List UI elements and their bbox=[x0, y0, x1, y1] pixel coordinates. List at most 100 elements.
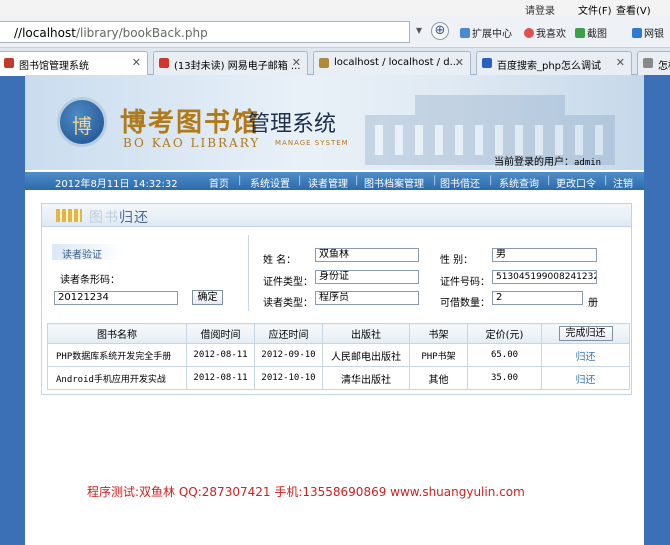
current-user: 当前登录的用户：admin bbox=[494, 157, 602, 168]
table-header-row: 图书名称 借阅时间 应还时间 出版社 书架 定价(元) 完成归还 bbox=[47, 323, 630, 344]
bank-icon bbox=[632, 28, 642, 38]
barcode-label: 读者条形码： bbox=[60, 275, 120, 286]
col-price: 定价(元) bbox=[467, 323, 542, 344]
idno-field[interactable]: 513045199008241232 bbox=[492, 270, 597, 284]
col-publisher: 出版社 bbox=[322, 323, 410, 344]
divider bbox=[248, 235, 249, 311]
address-bar[interactable]: //localhost/library/bookBack.php bbox=[0, 21, 410, 43]
current-datetime: 2012年8月11日 14:32:32 bbox=[55, 179, 178, 190]
screenshot-button[interactable]: 截图 bbox=[575, 25, 607, 40]
menu-file[interactable]: 文件(F) bbox=[578, 2, 612, 17]
return-panel: 图书归还 读者验证 读者条形码： 20121234 确定 姓 名： 双鱼林 性 … bbox=[41, 203, 632, 395]
close-tab-icon[interactable]: ✕ bbox=[455, 56, 464, 69]
tab-library-system[interactable]: 图书馆管理系统 ✕ bbox=[0, 51, 148, 76]
nav-borrow-return[interactable]: 图书借还 bbox=[440, 175, 480, 190]
table-row: PHP数据库系统开发完全手册 2012-08-11 2012-09-10 人民邮… bbox=[47, 343, 630, 367]
nav-logout[interactable]: 注销 bbox=[613, 175, 633, 190]
close-tab-icon[interactable]: ✕ bbox=[616, 56, 625, 69]
col-shelf: 书架 bbox=[409, 323, 468, 344]
borrowed-books-table: 图书名称 借阅时间 应还时间 出版社 书架 定价(元) 完成归还 PHP数据库系… bbox=[47, 323, 630, 390]
return-link[interactable]: 归还 bbox=[576, 375, 596, 386]
page-content: 博 博考图书馆 管理系统 BO KAO LIBRARY MANAGE SYSTE… bbox=[25, 75, 644, 545]
readertype-field[interactable]: 程序员 bbox=[315, 291, 419, 305]
db-favicon-icon bbox=[319, 58, 329, 68]
panel-title: 图书归还 bbox=[89, 210, 149, 226]
nav-change-password[interactable]: 更改口令 bbox=[556, 175, 596, 190]
col-book-name: 图书名称 bbox=[47, 323, 187, 344]
address-bar-row: //localhost/library/bookBack.php ▾ ⊕ 扩展中… bbox=[0, 16, 670, 48]
publisher: 人民邮电出版社 bbox=[322, 343, 410, 367]
borrow-date: 2012-08-11 bbox=[186, 343, 255, 367]
col-borrow-date: 借阅时间 bbox=[186, 323, 255, 344]
idtype-label: 证件类型： bbox=[263, 277, 313, 288]
menu-view[interactable]: 查看(V) bbox=[616, 2, 651, 17]
refresh-icon[interactable]: ⊕ bbox=[431, 22, 449, 40]
books-icon bbox=[56, 209, 82, 222]
due-date: 2012-09-10 bbox=[254, 343, 323, 367]
library-name: 博考图书馆 bbox=[120, 108, 261, 138]
nav-book-archive[interactable]: 图书档案管理 bbox=[364, 175, 424, 190]
favorites-button[interactable]: 我喜欢 bbox=[524, 25, 566, 40]
tab-phpmyadmin[interactable]: localhost / localhost / d... ✕ bbox=[313, 51, 471, 75]
col-due-date: 应还时间 bbox=[254, 323, 323, 344]
nav-reader-manage[interactable]: 读者管理 bbox=[308, 175, 348, 190]
price: 65.00 bbox=[467, 343, 542, 367]
library-favicon-icon bbox=[4, 58, 14, 68]
tab-howto[interactable]: 怎样 bbox=[637, 51, 670, 75]
name-field[interactable]: 双鱼林 bbox=[315, 248, 419, 262]
netbank-button[interactable]: 网银 bbox=[632, 25, 664, 40]
login-link[interactable]: 请登录 bbox=[525, 2, 555, 17]
complete-return-button[interactable]: 完成归还 bbox=[558, 326, 613, 341]
reader-verify-label: 读者验证 bbox=[52, 244, 124, 261]
publisher: 清华出版社 bbox=[322, 366, 410, 390]
idno-label: 证件号码： bbox=[440, 277, 490, 288]
price: 35.00 bbox=[467, 366, 542, 390]
close-tab-icon[interactable]: ✕ bbox=[292, 56, 301, 69]
library-name-en: BO KAO LIBRARY bbox=[123, 136, 261, 150]
footer-credits: 程序测试:双鱼林 QQ:287307421 手机:13558690869 www… bbox=[87, 485, 525, 499]
scissors-icon bbox=[575, 28, 585, 38]
nav-query[interactable]: 系统查询 bbox=[499, 175, 539, 190]
book-name: PHP数据库系统开发完全手册 bbox=[47, 343, 187, 367]
header-banner: 博 博考图书馆 管理系统 BO KAO LIBRARY MANAGE SYSTE… bbox=[25, 75, 644, 170]
system-title: 管理系统 bbox=[248, 112, 337, 137]
system-title-en: MANAGE SYSTEM bbox=[275, 139, 349, 147]
readertype-label: 读者类型： bbox=[263, 298, 313, 309]
tab-baidu[interactable]: 百度搜索_php怎么调试 ✕ bbox=[476, 51, 632, 75]
page-favicon-icon bbox=[643, 58, 653, 68]
gender-label: 性 别： bbox=[440, 255, 474, 266]
idtype-field[interactable]: 身份证 bbox=[315, 270, 419, 284]
quota-field[interactable]: 2 bbox=[492, 291, 583, 305]
extensions-button[interactable]: 扩展中心 bbox=[460, 25, 512, 40]
tab-strip: 图书馆管理系统 ✕ (13封未读) 网易电子邮箱 ... ✕ localhost… bbox=[0, 48, 670, 76]
mail-favicon-icon bbox=[159, 58, 169, 68]
baidu-favicon-icon bbox=[482, 58, 492, 68]
reader-info-section: 读者验证 读者条形码： 20121234 确定 姓 名： 双鱼林 性 别： 男 … bbox=[42, 227, 631, 315]
return-link[interactable]: 归还 bbox=[576, 352, 596, 363]
confirm-button[interactable]: 确定 bbox=[192, 290, 223, 305]
shelf: PHP书架 bbox=[409, 343, 468, 367]
action-cell: 归还 bbox=[541, 366, 630, 390]
col-action: 完成归还 bbox=[541, 323, 630, 344]
nav-home[interactable]: 首页 bbox=[209, 175, 229, 190]
puzzle-icon bbox=[460, 28, 470, 38]
name-label: 姓 名： bbox=[263, 255, 297, 266]
heart-icon bbox=[524, 28, 534, 38]
barcode-input[interactable]: 20121234 bbox=[54, 291, 178, 305]
dropdown-icon[interactable]: ▾ bbox=[416, 23, 422, 37]
nav-settings[interactable]: 系统设置 bbox=[250, 175, 290, 190]
borrow-date: 2012-08-11 bbox=[186, 366, 255, 390]
tab-mail[interactable]: (13封未读) 网易电子邮箱 ... ✕ bbox=[153, 51, 308, 75]
table-row: Android手机应用开发实战 2012-08-11 2012-10-10 清华… bbox=[47, 366, 630, 390]
shelf: 其他 bbox=[409, 366, 468, 390]
library-logo-icon: 博 bbox=[57, 97, 107, 147]
book-name: Android手机应用开发实战 bbox=[47, 366, 187, 390]
url-text: //localhost/library/bookBack.php bbox=[14, 26, 208, 40]
close-tab-icon[interactable]: ✕ bbox=[132, 56, 141, 69]
gender-field[interactable]: 男 bbox=[492, 248, 597, 262]
quota-label: 可借数量： bbox=[440, 298, 490, 309]
main-nav: 2012年8月11日 14:32:32 首页 | 系统设置 | 读者管理 | 图… bbox=[25, 172, 644, 190]
panel-header: 图书归还 bbox=[42, 204, 631, 227]
due-date: 2012-10-10 bbox=[254, 366, 323, 390]
browser-top-menu: 请登录 文件(F) 查看(V) bbox=[0, 0, 670, 17]
